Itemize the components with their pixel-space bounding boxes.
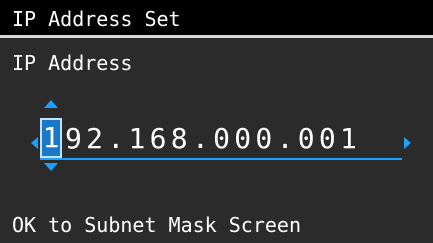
decrement-arrow-icon[interactable] bbox=[44, 163, 58, 171]
increment-arrow-icon[interactable] bbox=[44, 100, 58, 108]
ip-address-label: IP Address bbox=[12, 51, 133, 75]
right-arrow-icon[interactable] bbox=[404, 137, 411, 149]
ok-hint: OK to Subnet Mask Screen bbox=[12, 213, 301, 237]
ip-address-value[interactable]: 92.168.000.001 bbox=[65, 122, 361, 156]
title-bar: IP Address Set bbox=[0, 0, 433, 38]
ip-underline bbox=[40, 158, 402, 160]
ip-address-editor[interactable]: 1 92.168.000.001 bbox=[0, 100, 433, 180]
ip-cursor-digit[interactable]: 1 bbox=[40, 118, 62, 158]
left-arrow-icon[interactable] bbox=[31, 137, 38, 149]
page-title: IP Address Set bbox=[12, 7, 181, 31]
ip-address-set-screen: IP Address Set IP Address 1 92.168.000.0… bbox=[0, 0, 433, 243]
